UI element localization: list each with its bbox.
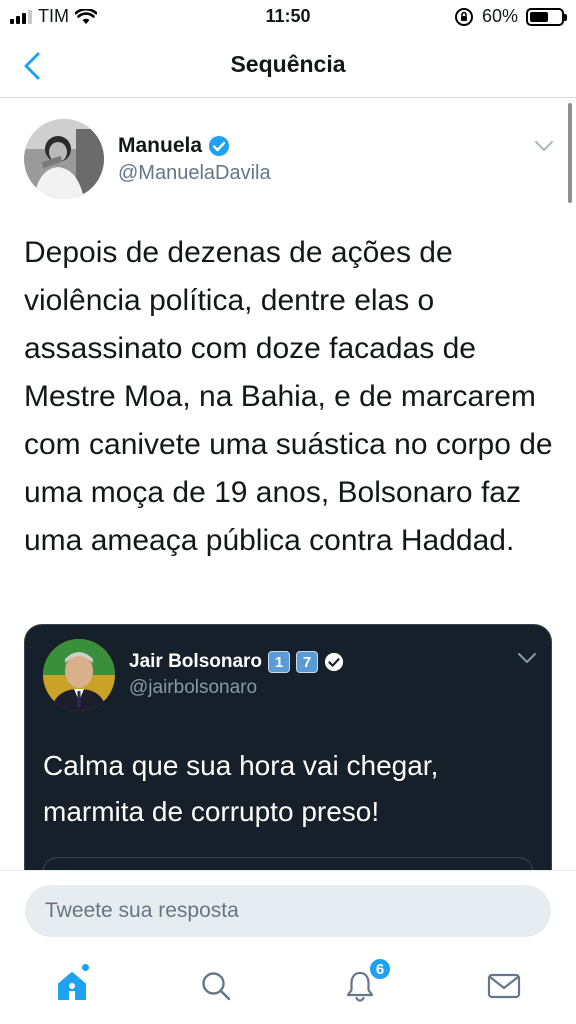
thread-content[interactable]: Manuela @ManuelaDavila Depois de dezenas… <box>0 99 576 870</box>
quoted-options-button[interactable] <box>517 651 537 669</box>
tab-messages[interactable] <box>480 962 528 1010</box>
reply-input[interactable]: Tweete sua resposta <box>25 885 551 937</box>
verified-icon <box>324 652 344 672</box>
tweet-options-button[interactable] <box>534 139 554 157</box>
search-icon <box>202 972 231 1001</box>
quoted-tweet-text: Calma que sua hora vai chegar, marmita d… <box>43 750 439 827</box>
tab-search[interactable] <box>192 962 240 1010</box>
messages-envelope-icon <box>487 973 521 999</box>
chevron-down-icon <box>535 141 553 151</box>
verified-icon <box>209 135 230 156</box>
tab-bar <box>0 950 576 1024</box>
keycap-badge: 7 <box>296 651 319 673</box>
quoted-author-name[interactable]: Jair Bolsonaro <box>129 651 262 673</box>
author-text: Manuela @ManuelaDavila <box>118 134 271 185</box>
page-title: Sequência <box>230 51 346 77</box>
reply-bar: Tweete sua resposta <box>0 870 576 950</box>
quoted-name-row: Jair Bolsonaro 1 7 <box>129 651 344 673</box>
avatar[interactable] <box>24 119 104 199</box>
orientation-lock-icon <box>454 7 473 26</box>
keycap-badge: 1 <box>268 651 291 673</box>
chevron-down-icon <box>518 653 536 663</box>
quoted-author-text: Jair Bolsonaro 1 7 @jairbolsonaro <box>129 651 344 699</box>
notifications-badge: 6 <box>368 957 392 981</box>
status-right: 60% <box>454 6 567 27</box>
home-unread-dot <box>82 964 89 971</box>
tweet-text: Depois de dezenas de ações de violência … <box>24 236 553 557</box>
scroll-indicator <box>568 103 572 203</box>
home-icon <box>58 972 86 1000</box>
status-bar: TIM 11:50 60% <box>0 0 576 36</box>
battery-percent: 60% <box>481 6 518 26</box>
navigation-bar: Sequência <box>0 36 576 98</box>
quoted-author-handle[interactable]: @jairbolsonaro <box>129 677 344 699</box>
battery-icon <box>526 7 567 26</box>
screen: TIM 11:50 60% Sequência Manuela @Manuela… <box>0 0 576 1024</box>
quoted-tweet[interactable]: Jair Bolsonaro 1 7 @jairbolsonaro Calma … <box>24 624 552 870</box>
author-handle[interactable]: @ManuelaDavila <box>118 162 271 185</box>
quoted-tweet-author[interactable]: Jair Bolsonaro 1 7 @jairbolsonaro <box>43 639 344 711</box>
tab-home[interactable] <box>48 962 96 1010</box>
tweet-author[interactable]: Manuela @ManuelaDavila <box>24 119 271 199</box>
author-name[interactable]: Manuela <box>118 134 202 158</box>
quoted-media-card[interactable] <box>43 857 533 870</box>
quoted-avatar[interactable] <box>43 639 115 711</box>
battery-fill <box>530 11 548 22</box>
author-name-row: Manuela <box>118 134 271 158</box>
